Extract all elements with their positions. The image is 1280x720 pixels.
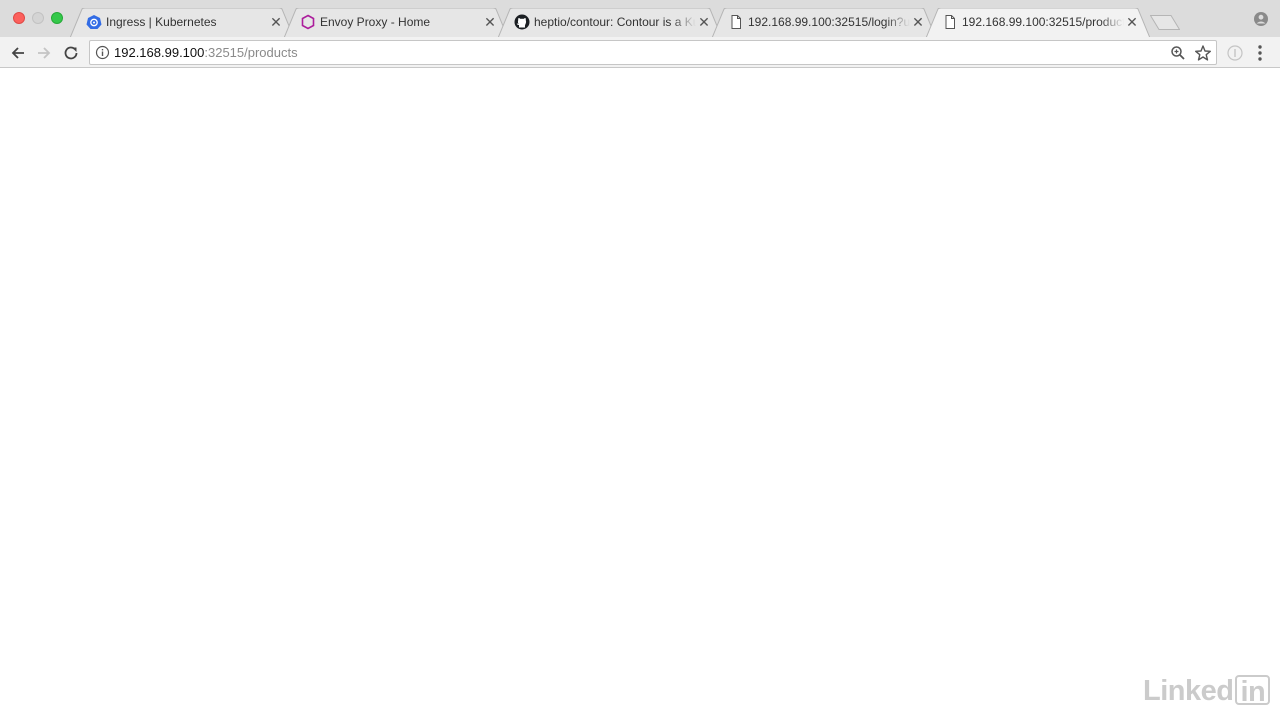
extension-icon[interactable] [1226,44,1244,62]
page-content [0,68,1280,720]
tab-login[interactable]: 192.168.99.100:32515/login?user ✕ [712,8,936,38]
new-tab-button[interactable] [1150,15,1180,30]
tab-close-icon[interactable]: ✕ [1124,14,1140,30]
github-icon [514,14,530,30]
tab-strip: Ingress | Kubernetes ✕ Envoy Proxy - Hom… [0,0,1280,38]
window-maximize-button[interactable] [51,12,63,24]
url-text[interactable]: 192.168.99.100:32515/products [114,45,298,61]
watermark-text: Linked [1143,675,1234,707]
tab-title: Envoy Proxy - Home [320,15,431,29]
tab-products-active[interactable]: 192.168.99.100:32515/products ✕ [926,8,1150,38]
back-arrow-icon[interactable] [8,43,28,63]
tab-close-icon[interactable]: ✕ [696,14,712,30]
browser-window: Ingress | Kubernetes ✕ Envoy Proxy - Hom… [0,0,1280,720]
window-close-button[interactable] [13,12,25,24]
zoom-icon[interactable] [1170,45,1186,61]
window-minimize-button[interactable] [32,12,44,24]
forward-arrow-icon[interactable] [34,43,54,63]
tab-title: 192.168.99.100:32515/products [962,15,1124,29]
tab-close-icon[interactable]: ✕ [268,14,284,30]
bookmark-star-icon[interactable] [1194,44,1212,62]
url-path: :32515/products [204,45,298,60]
info-icon[interactable] [95,45,110,60]
tab-close-icon[interactable]: ✕ [482,14,498,30]
envoy-icon [301,14,315,30]
url-host: 192.168.99.100 [114,45,205,60]
tab-title: Ingress | Kubernetes [106,15,217,29]
tab-envoy-proxy[interactable]: Envoy Proxy - Home ✕ [284,8,508,38]
page-icon [945,15,955,29]
page-icon [731,15,741,29]
tab-heptio-contour[interactable]: heptio/contour: Contour is a Kubernetes … [498,8,722,38]
menu-icon[interactable] [1251,43,1269,63]
tab-close-icon[interactable]: ✕ [910,14,926,30]
tab-ingress-kubernetes[interactable]: Ingress | Kubernetes ✕ [70,8,294,38]
watermark-in-box: in [1235,675,1271,707]
reload-icon[interactable] [61,43,81,63]
profile-icon[interactable] [1253,11,1269,27]
tab-title: 192.168.99.100:32515/login?user [748,15,910,29]
linkedin-watermark-logo: Linked in [1143,675,1271,709]
tab-title: heptio/contour: Contour is a Kubernetes [534,15,696,29]
browser-toolbar: 192.168.99.100:32515/products [0,37,1280,68]
kubernetes-icon [86,15,102,29]
address-bar[interactable]: 192.168.99.100:32515/products [89,40,1217,65]
